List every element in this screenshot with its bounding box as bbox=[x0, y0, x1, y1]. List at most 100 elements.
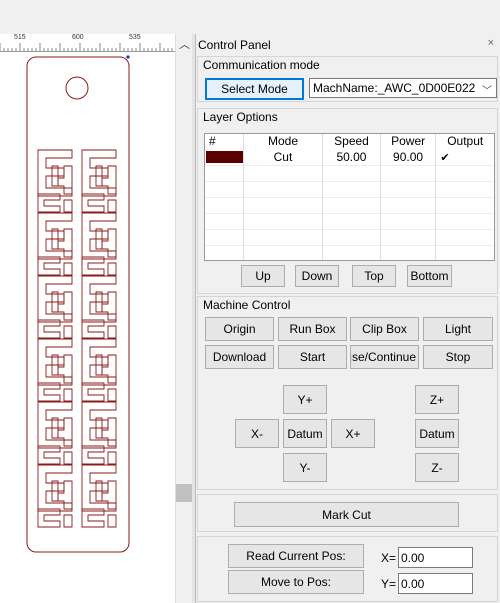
origin-button[interactable]: Origin bbox=[205, 317, 274, 341]
maze-cut-path bbox=[37, 193, 61, 213]
close-icon[interactable]: × bbox=[488, 37, 494, 49]
maze-cut-path bbox=[63, 325, 73, 339]
x-plus-button[interactable]: X+ bbox=[331, 419, 375, 448]
download-button[interactable]: Download bbox=[205, 345, 274, 369]
maze-cut-path bbox=[37, 508, 61, 528]
maze-cut-path bbox=[37, 212, 73, 260]
maze-cut-path bbox=[57, 228, 73, 258]
chevron-down-icon: ﹀ bbox=[482, 86, 492, 97]
move-to-pos-button[interactable]: Move to Pos: bbox=[228, 570, 364, 594]
ruler-label: 600 bbox=[72, 34, 84, 41]
read-current-pos-button[interactable]: Read Current Pos: bbox=[228, 544, 364, 568]
ruler-label: 515 bbox=[14, 34, 26, 41]
x-position-input[interactable]: 0.00 bbox=[398, 547, 473, 568]
design-canvas[interactable] bbox=[0, 52, 175, 603]
maze-cut-path bbox=[101, 354, 117, 384]
layer-table[interactable]: # Mode Speed Power Output Cut 50.00 90.0… bbox=[204, 133, 495, 261]
maze-cut-path bbox=[63, 199, 73, 213]
machine-control-group: Machine Control Origin Run Box Clip Box … bbox=[197, 296, 498, 490]
z-minus-button[interactable]: Z- bbox=[415, 453, 459, 482]
speed-cell: 50.00 bbox=[323, 150, 381, 166]
maze-cut-path bbox=[107, 388, 117, 402]
maze-cut-path bbox=[37, 338, 73, 386]
mode-cell: Cut bbox=[244, 150, 324, 166]
maze-cut-path bbox=[107, 199, 117, 213]
z-datum-button[interactable]: Datum bbox=[415, 419, 459, 448]
x-label: X= bbox=[381, 551, 397, 565]
top-button[interactable]: Top bbox=[352, 265, 396, 287]
maze-cut-path bbox=[81, 149, 117, 197]
maze-cut-path bbox=[107, 325, 117, 339]
y-label: Y= bbox=[381, 577, 397, 591]
maze-cut-path bbox=[63, 262, 73, 276]
layer-color-swatch bbox=[206, 151, 243, 163]
maze-cut-path bbox=[37, 445, 61, 465]
hang-hole bbox=[65, 76, 89, 100]
position-group: Read Current Pos: Move to Pos: X= Y= 0.0… bbox=[197, 536, 498, 602]
maze-cut-path bbox=[107, 514, 117, 528]
maze-cut-path bbox=[81, 319, 105, 339]
panel-title: Control Panel bbox=[198, 38, 271, 52]
y-plus-button[interactable]: Y+ bbox=[283, 385, 327, 414]
communication-group: Communication mode Select Mode MachName:… bbox=[197, 56, 498, 102]
scroll-thumb[interactable] bbox=[176, 484, 192, 502]
maze-cut-path bbox=[107, 262, 117, 276]
power-cell: 90.00 bbox=[381, 150, 437, 166]
horizontal-ruler: 515 600 535 bbox=[0, 34, 175, 52]
light-button[interactable]: Light bbox=[423, 317, 493, 341]
column-header: Output bbox=[447, 134, 484, 148]
down-button[interactable]: Down bbox=[295, 265, 339, 287]
maze-cut-path bbox=[101, 417, 117, 447]
group-title: Layer Options bbox=[203, 110, 278, 124]
start-button[interactable]: Start bbox=[278, 345, 347, 369]
maze-cut-path bbox=[81, 445, 105, 465]
maze-cut-path bbox=[37, 319, 61, 339]
table-row[interactable]: Cut 50.00 90.00 ✔ bbox=[205, 150, 494, 166]
z-plus-button[interactable]: Z+ bbox=[415, 385, 459, 414]
machine-select[interactable]: MachName:_AWC_0D00E022 ﹀ bbox=[309, 78, 497, 98]
empty-table-row bbox=[205, 214, 494, 230]
maze-cut-path bbox=[57, 291, 73, 321]
up-button[interactable]: Up bbox=[241, 265, 285, 287]
maze-pattern bbox=[37, 149, 117, 528]
column-header: Mode bbox=[244, 134, 324, 150]
output-checkbox[interactable]: ✔ bbox=[436, 150, 494, 166]
clip-box-button[interactable]: Clip Box bbox=[350, 317, 419, 341]
run-box-button[interactable]: Run Box bbox=[278, 317, 347, 341]
column-header: Speed bbox=[323, 134, 381, 150]
maze-cut-path bbox=[37, 149, 73, 197]
stop-button[interactable]: Stop bbox=[423, 345, 493, 369]
bottom-button[interactable]: Bottom bbox=[407, 265, 452, 287]
y-position-input[interactable]: 0.00 bbox=[398, 573, 473, 594]
maze-cut-path bbox=[37, 275, 73, 323]
maze-cut-path bbox=[81, 464, 117, 512]
select-mode-button[interactable]: Select Mode bbox=[205, 78, 304, 100]
control-panel: Control Panel × Communication mode Selec… bbox=[195, 34, 500, 603]
maze-cut-path bbox=[101, 228, 117, 258]
datum-button[interactable]: Datum bbox=[283, 419, 327, 448]
chevron-up-icon[interactable]: ︿ bbox=[179, 36, 190, 52]
mark-cut-group: Mark Cut bbox=[197, 494, 498, 532]
empty-table-row bbox=[205, 246, 494, 260]
ruler-label: 535 bbox=[129, 34, 141, 41]
y-minus-button[interactable]: Y- bbox=[283, 453, 327, 482]
pause-continue-button[interactable]: Pause/Continue bbox=[350, 345, 419, 369]
maze-cut-path bbox=[81, 508, 105, 528]
mark-cut-button[interactable]: Mark Cut bbox=[234, 502, 459, 527]
maze-cut-path bbox=[63, 388, 73, 402]
vertical-scrollbar[interactable]: ︿ bbox=[175, 34, 192, 603]
tag-outline bbox=[26, 56, 130, 553]
origin-marker bbox=[126, 55, 130, 59]
group-title: Communication mode bbox=[203, 58, 320, 72]
layer-color-cell bbox=[205, 150, 244, 166]
maze-cut-path bbox=[81, 256, 105, 276]
group-title: Machine Control bbox=[203, 298, 291, 312]
maze-cut-path bbox=[63, 514, 73, 528]
maze-cut-path bbox=[101, 480, 117, 510]
maze-cut-path bbox=[81, 338, 117, 386]
x-minus-button[interactable]: X- bbox=[235, 419, 279, 448]
maze-cut-path bbox=[81, 212, 117, 260]
maze-cut-path bbox=[57, 417, 73, 447]
maze-cut-path bbox=[81, 275, 117, 323]
empty-table-row bbox=[205, 230, 494, 246]
